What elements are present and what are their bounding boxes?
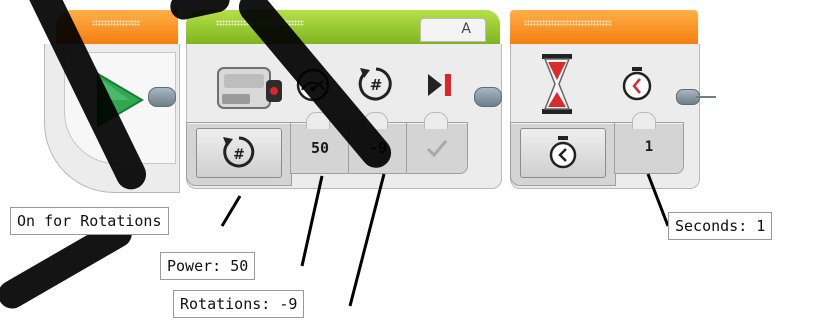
seconds-callout: Seconds: 1 (668, 212, 773, 240)
callout-pointers (220, 173, 670, 307)
mode-callout: On for Rotations (10, 207, 169, 235)
power-callout: Power: 50 (160, 252, 256, 280)
rotations-callout: Rotations: -9 (173, 290, 305, 318)
